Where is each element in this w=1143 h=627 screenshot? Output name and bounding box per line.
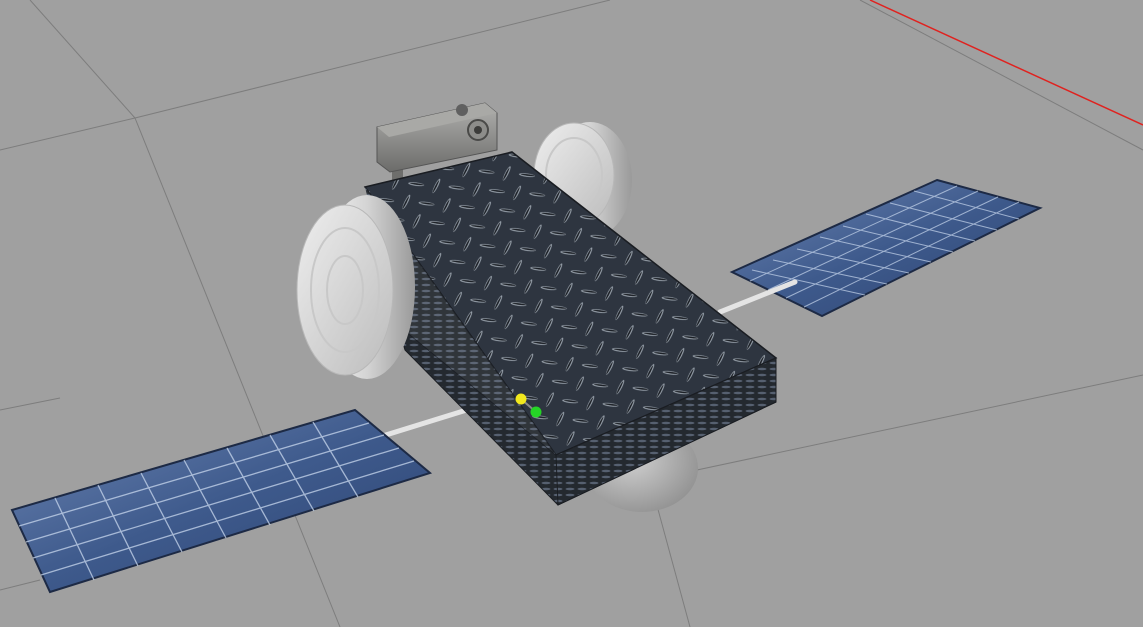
solar-panel-left [10,408,433,594]
wheel-front-left [296,195,415,379]
solar-panel-right [729,178,1043,318]
chassis [363,151,778,506]
x-axis-line [869,0,1143,126]
3d-scene[interactable] [0,0,1143,627]
3d-viewport[interactable] [0,0,1143,627]
marker-yellow[interactable] [515,393,527,405]
marker-green[interactable] [530,406,542,418]
